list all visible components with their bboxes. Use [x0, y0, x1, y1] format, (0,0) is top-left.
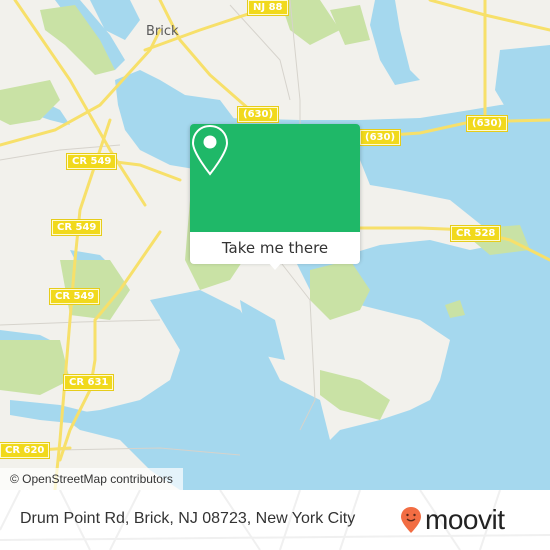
road-shield-cr549: CR 549: [50, 219, 103, 236]
popup-pointer: [267, 261, 283, 270]
road-shield-cr631: CR 631: [62, 374, 115, 391]
road-top-east: [428, 0, 550, 32]
road-shield-630: (630): [236, 106, 280, 123]
moovit-wordmark: moovit: [425, 504, 505, 535]
map[interactable]: Brick NJ 88 (630) (630) (630) CR 549 CR …: [0, 0, 550, 490]
water-south-bay: [60, 290, 330, 490]
destination-popup: Take me there: [190, 124, 360, 270]
moovit-pin-icon: [401, 507, 421, 533]
footer: Drum Point Rd, Brick, NJ 08723, New York…: [0, 490, 550, 550]
park-south: [320, 370, 390, 420]
water-north-inlet: [370, 0, 420, 85]
map-attribution[interactable]: © OpenStreetMap contributors: [0, 468, 183, 490]
road-shield-630: (630): [358, 129, 402, 146]
minor-road: [0, 319, 161, 326]
water-southwest-creek: [10, 400, 100, 425]
place-label-brick: Brick: [146, 24, 179, 39]
popup-header: [190, 124, 360, 232]
road-shield-cr549: CR 549: [65, 153, 118, 170]
park-north-center: [280, 0, 340, 45]
road-shield-cr549: CR 549: [48, 288, 101, 305]
park-southwest: [0, 340, 70, 395]
location-pin-icon: [191, 124, 229, 176]
address-text: Drum Point Rd, Brick, NJ 08723, New York…: [20, 510, 356, 527]
minor-road: [229, 4, 291, 101]
moovit-logo[interactable]: moovit: [400, 502, 505, 538]
road-shield-nj88: NJ 88: [247, 0, 289, 16]
road-shield-630: (630): [465, 115, 509, 132]
road-shield-cr528: CR 528: [449, 225, 502, 242]
road-shield-cr620: CR 620: [0, 442, 51, 459]
take-me-there-button[interactable]: Take me there: [190, 232, 360, 264]
